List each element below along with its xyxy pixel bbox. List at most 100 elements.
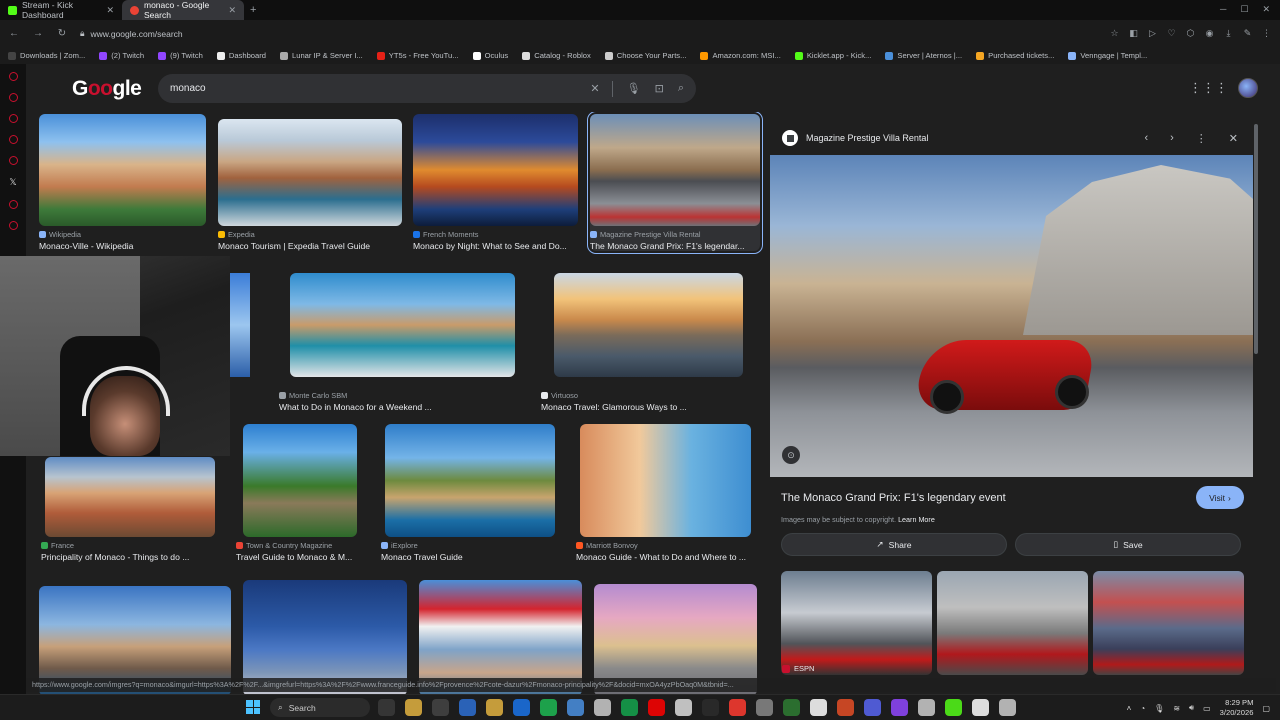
close-window-icon[interactable]: ✕ <box>1262 4 1270 15</box>
taskbar-app-icon[interactable] <box>891 699 908 716</box>
avatar[interactable] <box>1238 78 1258 98</box>
sidebar-app-icon[interactable] <box>8 72 18 81</box>
taskbar-app-icon[interactable] <box>459 699 476 716</box>
play-icon[interactable]: ▷ <box>1147 28 1158 39</box>
chevron-right-icon[interactable]: › <box>1170 132 1174 145</box>
bookmark-item[interactable]: Purchased tickets... <box>976 51 1054 60</box>
taskbar-app-icon[interactable] <box>756 699 773 716</box>
bookmark-star-icon[interactable]: ☆ <box>1109 28 1120 39</box>
reload-icon[interactable]: ↻ <box>56 28 68 39</box>
sidebar-app-icon[interactable] <box>8 156 18 165</box>
google-logo[interactable]: Google <box>72 77 142 101</box>
preview-title[interactable]: The Monaco Grand Prix: F1's legendary ev… <box>781 492 1006 504</box>
bookmark-item[interactable]: Venngage | Templ... <box>1068 51 1147 60</box>
sidebar-app-icon[interactable] <box>8 114 18 123</box>
related-image[interactable] <box>937 571 1088 675</box>
download-icon[interactable]: ⤓ <box>1223 28 1234 39</box>
bookmark-item[interactable]: YT5s - Free YouTu... <box>376 51 459 60</box>
bookmark-item[interactable]: Catalog - Roblox <box>522 51 591 60</box>
taskbar-app-icon[interactable] <box>729 699 746 716</box>
image-result[interactable] <box>243 580 407 694</box>
microphone-icon[interactable]: 🎙︎ <box>1154 704 1164 713</box>
image-result[interactable]: Expedia Monaco Tourism | Expedia Travel … <box>218 119 402 251</box>
sidebar-app-icon[interactable] <box>8 93 18 102</box>
forward-icon[interactable]: → <box>32 28 44 39</box>
close-icon[interactable]: ✕ <box>1229 132 1238 145</box>
taskbar-app-icon[interactable] <box>621 699 638 716</box>
bookmark-item[interactable]: Lunar IP & Server I... <box>280 51 363 60</box>
puzzle-icon[interactable]: ⬡ <box>1185 28 1196 39</box>
notification-icon[interactable]: ▢ <box>1262 704 1270 713</box>
back-icon[interactable]: ← <box>8 28 20 39</box>
taskbar-app-icon[interactable] <box>999 699 1016 716</box>
taskbar-app-icon[interactable] <box>594 699 611 716</box>
more-icon[interactable]: ⋮ <box>1196 132 1207 145</box>
taskbar-app-icon[interactable] <box>945 699 962 716</box>
clear-icon[interactable]: ✕ <box>590 82 599 95</box>
bookmark-item[interactable]: Server | Aternos |... <box>885 51 962 60</box>
taskbar-app-icon[interactable] <box>405 699 422 716</box>
taskbar-app-icon[interactable] <box>648 699 665 716</box>
lens-search-icon[interactable]: ⊙ <box>782 446 800 464</box>
image-result-partial[interactable] <box>230 273 250 377</box>
image-result[interactable] <box>419 580 582 694</box>
x-icon[interactable]: 𝕏 <box>9 177 16 188</box>
windows-start-icon[interactable] <box>246 700 260 714</box>
bookmark-item[interactable]: (9) Twitch <box>158 51 203 60</box>
taskbar-app-icon[interactable] <box>918 699 935 716</box>
chevron-left-icon[interactable]: ‹ <box>1144 132 1148 145</box>
menu-icon[interactable]: ⋮ <box>1261 28 1272 39</box>
chevron-up-icon[interactable]: ˄ <box>1127 704 1132 713</box>
taskbar-app-icon[interactable] <box>783 699 800 716</box>
taskbar-app-icon[interactable] <box>675 699 692 716</box>
image-result[interactable]: Monte Carlo SBM What to Do in Monaco for… <box>279 273 519 412</box>
search-input[interactable] <box>170 83 577 94</box>
volume-icon[interactable]: 🔊︎ <box>1189 703 1194 713</box>
battery-icon[interactable]: ▭ <box>1203 704 1211 713</box>
image-result[interactable]: iExplore Monaco Travel Guide <box>381 424 556 562</box>
image-result-selected[interactable]: Magazine Prestige Villa Rental The Monac… <box>587 112 763 254</box>
preview-image[interactable] <box>770 155 1253 477</box>
visit-button[interactable]: Visit › <box>1196 486 1244 509</box>
heart-icon[interactable]: ♡ <box>1166 28 1177 39</box>
profile-icon[interactable]: ◉ <box>1204 28 1215 39</box>
save-button[interactable]: ▯ Save <box>1015 533 1241 556</box>
share-button[interactable]: ↗ Share <box>781 533 1007 556</box>
taskbar-app-icon[interactable] <box>702 699 719 716</box>
sidebar-app-icon[interactable] <box>8 221 18 230</box>
apps-grid-icon[interactable]: ⋮⋮⋮ <box>1189 80 1228 96</box>
tab-kick-dashboard[interactable]: Stream - Kick Dashboard ✕ <box>0 0 122 20</box>
clock[interactable]: 8:29 PM 3/20/2026 <box>1220 698 1254 718</box>
bookmark-item[interactable]: Dashboard <box>216 51 266 60</box>
image-result[interactable]: Wikipedia Monaco-Ville - Wikipedia <box>39 114 206 251</box>
sidebar-app-icon[interactable] <box>8 135 18 144</box>
taskbar-app-icon[interactable] <box>864 699 881 716</box>
bookmark-item[interactable]: Amazon.com: MSI... <box>700 51 781 60</box>
taskbar-app-icon[interactable] <box>837 699 854 716</box>
taskbar-app-icon[interactable] <box>486 699 503 716</box>
bookmark-item[interactable]: Downloads | Zom... <box>8 51 85 60</box>
related-image[interactable] <box>1093 571 1244 675</box>
lens-icon[interactable]: ⊡ <box>655 82 664 95</box>
scrollbar[interactable] <box>1254 124 1258 354</box>
bookmark-item[interactable]: Oculus <box>472 51 508 60</box>
sidebar-app-icon[interactable] <box>8 200 18 209</box>
taskbar-app-icon[interactable] <box>810 699 827 716</box>
image-result[interactable]: Town & Country Magazine Travel Guide to … <box>236 424 371 562</box>
taskbar-app-icon[interactable] <box>513 699 530 716</box>
maximize-icon[interactable]: ☐ <box>1240 4 1248 15</box>
ai-icon[interactable]: ✎ <box>1242 28 1253 39</box>
taskbar-app-icon[interactable] <box>972 699 989 716</box>
image-result[interactable]: Virtuoso Monaco Travel: Glamorous Ways t… <box>541 273 761 412</box>
search-icon[interactable]: ⌕ <box>678 82 684 95</box>
minimize-icon[interactable]: ─ <box>1220 4 1226 15</box>
preview-site-header[interactable]: Magazine Prestige Villa Rental <box>782 130 928 146</box>
wifi-icon[interactable]: ≋ <box>1173 704 1180 713</box>
taskbar-app-icon[interactable] <box>378 699 395 716</box>
image-result[interactable]: Marriott Bonvoy Monaco Guide - What to D… <box>576 424 766 562</box>
close-icon[interactable]: ✕ <box>106 5 114 16</box>
taskbar-app-icon[interactable] <box>567 699 584 716</box>
bookmark-item[interactable]: Choose Your Parts... <box>604 51 686 60</box>
omnibox[interactable]: 🔒︎ www.google.com/search <box>80 28 980 39</box>
new-tab-icon[interactable]: + <box>250 4 256 16</box>
